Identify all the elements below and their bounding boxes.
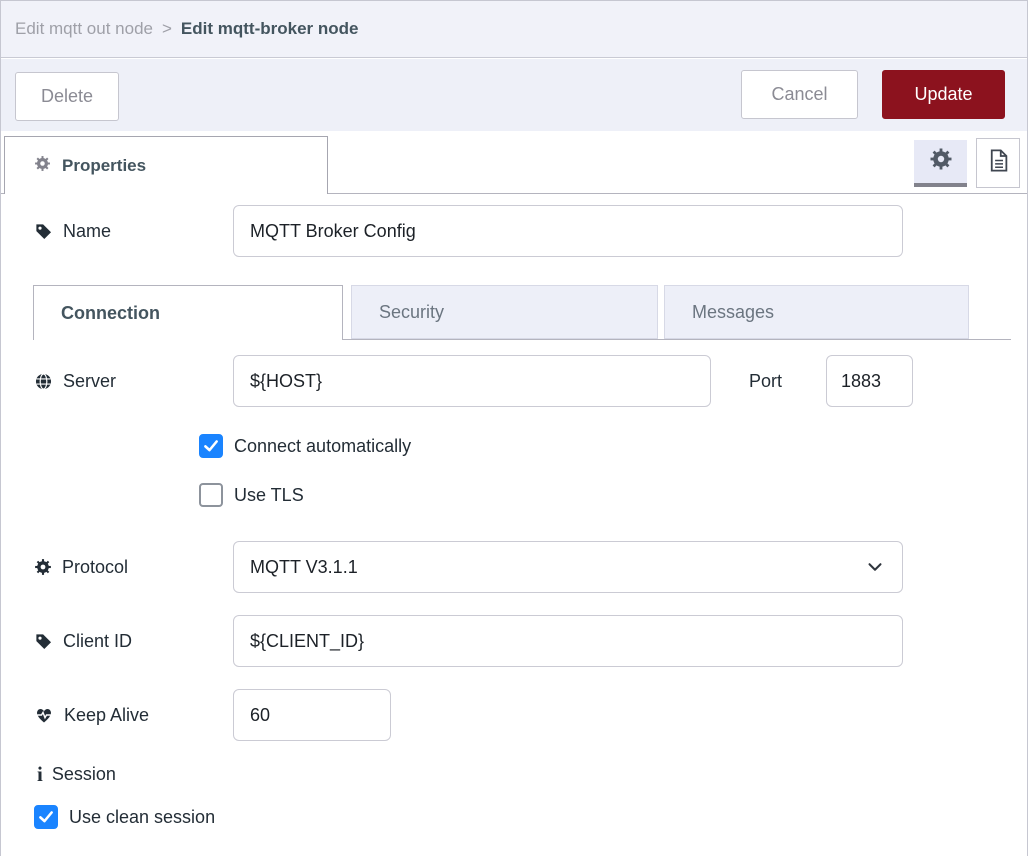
tag-icon bbox=[34, 222, 53, 241]
tab-messages[interactable]: Messages bbox=[664, 285, 969, 339]
keepalive-label-text: Keep Alive bbox=[64, 705, 149, 726]
gear-icon bbox=[929, 147, 953, 176]
tab-properties[interactable]: Properties bbox=[4, 136, 328, 194]
edit-mqtt-broker-dialog: Edit mqtt out node > Edit mqtt-broker no… bbox=[0, 0, 1028, 856]
document-icon bbox=[985, 147, 1012, 179]
connect-automatically-checkbox[interactable] bbox=[199, 434, 223, 458]
clean-session-checkbox[interactable] bbox=[34, 805, 58, 829]
port-label-text: Port bbox=[749, 371, 782, 392]
connect-automatically-row: Connect automatically bbox=[199, 434, 411, 458]
keepalive-input[interactable] bbox=[233, 689, 391, 741]
properties-view-button[interactable] bbox=[914, 140, 967, 187]
server-field-label: Server bbox=[34, 355, 116, 407]
server-input[interactable] bbox=[233, 355, 711, 407]
port-field-label: Port bbox=[749, 355, 782, 407]
server-label-text: Server bbox=[63, 371, 116, 392]
session-label-text: Session bbox=[52, 764, 116, 785]
breadcrumb-current: Edit mqtt-broker node bbox=[181, 19, 359, 39]
tray-tab-bar: Properties bbox=[1, 131, 1027, 194]
gear-icon bbox=[34, 155, 51, 177]
delete-button[interactable]: Delete bbox=[15, 72, 119, 121]
name-label-text: Name bbox=[63, 221, 111, 242]
heart-pulse-icon bbox=[34, 705, 54, 725]
update-button[interactable]: Update bbox=[882, 70, 1005, 119]
tab-security[interactable]: Security bbox=[351, 285, 658, 339]
protocol-select[interactable]: MQTT V3.1.1 bbox=[233, 541, 903, 593]
use-tls-row: Use TLS bbox=[199, 483, 304, 507]
globe-icon bbox=[34, 372, 53, 391]
client-id-label-text: Client ID bbox=[63, 631, 132, 652]
connect-automatically-label: Connect automatically bbox=[234, 436, 411, 457]
protocol-field-label: Protocol bbox=[34, 541, 128, 593]
dialog-header: Edit mqtt out node > Edit mqtt-broker no… bbox=[1, 1, 1027, 58]
description-view-button[interactable] bbox=[976, 138, 1020, 188]
client-id-input[interactable] bbox=[233, 615, 903, 667]
info-icon: i bbox=[37, 764, 43, 785]
protocol-selected-value: MQTT V3.1.1 bbox=[250, 557, 358, 578]
tab-connection[interactable]: Connection bbox=[33, 285, 343, 340]
name-input[interactable] bbox=[233, 205, 903, 257]
properties-tab-label: Properties bbox=[62, 156, 146, 176]
protocol-label-text: Protocol bbox=[62, 557, 128, 578]
use-tls-label: Use TLS bbox=[234, 485, 304, 506]
port-input[interactable] bbox=[826, 355, 913, 407]
tag-icon bbox=[34, 632, 53, 651]
cancel-button[interactable]: Cancel bbox=[741, 70, 858, 119]
node-config-form: Name Connection Security Messages Server… bbox=[1, 194, 1027, 856]
session-section-label: i Session bbox=[37, 764, 116, 785]
gear-icon bbox=[34, 558, 52, 576]
dialog-toolbar: Delete Cancel Update bbox=[1, 59, 1027, 131]
clean-session-label: Use clean session bbox=[69, 807, 215, 828]
breadcrumb-parent[interactable]: Edit mqtt out node bbox=[15, 19, 153, 39]
breadcrumb-separator: > bbox=[162, 19, 172, 39]
client-id-field-label: Client ID bbox=[34, 615, 132, 667]
chevron-down-icon bbox=[864, 556, 886, 578]
name-field-label: Name bbox=[34, 205, 111, 257]
clean-session-row: Use clean session bbox=[34, 805, 215, 829]
use-tls-checkbox[interactable] bbox=[199, 483, 223, 507]
keepalive-field-label: Keep Alive bbox=[34, 689, 149, 741]
